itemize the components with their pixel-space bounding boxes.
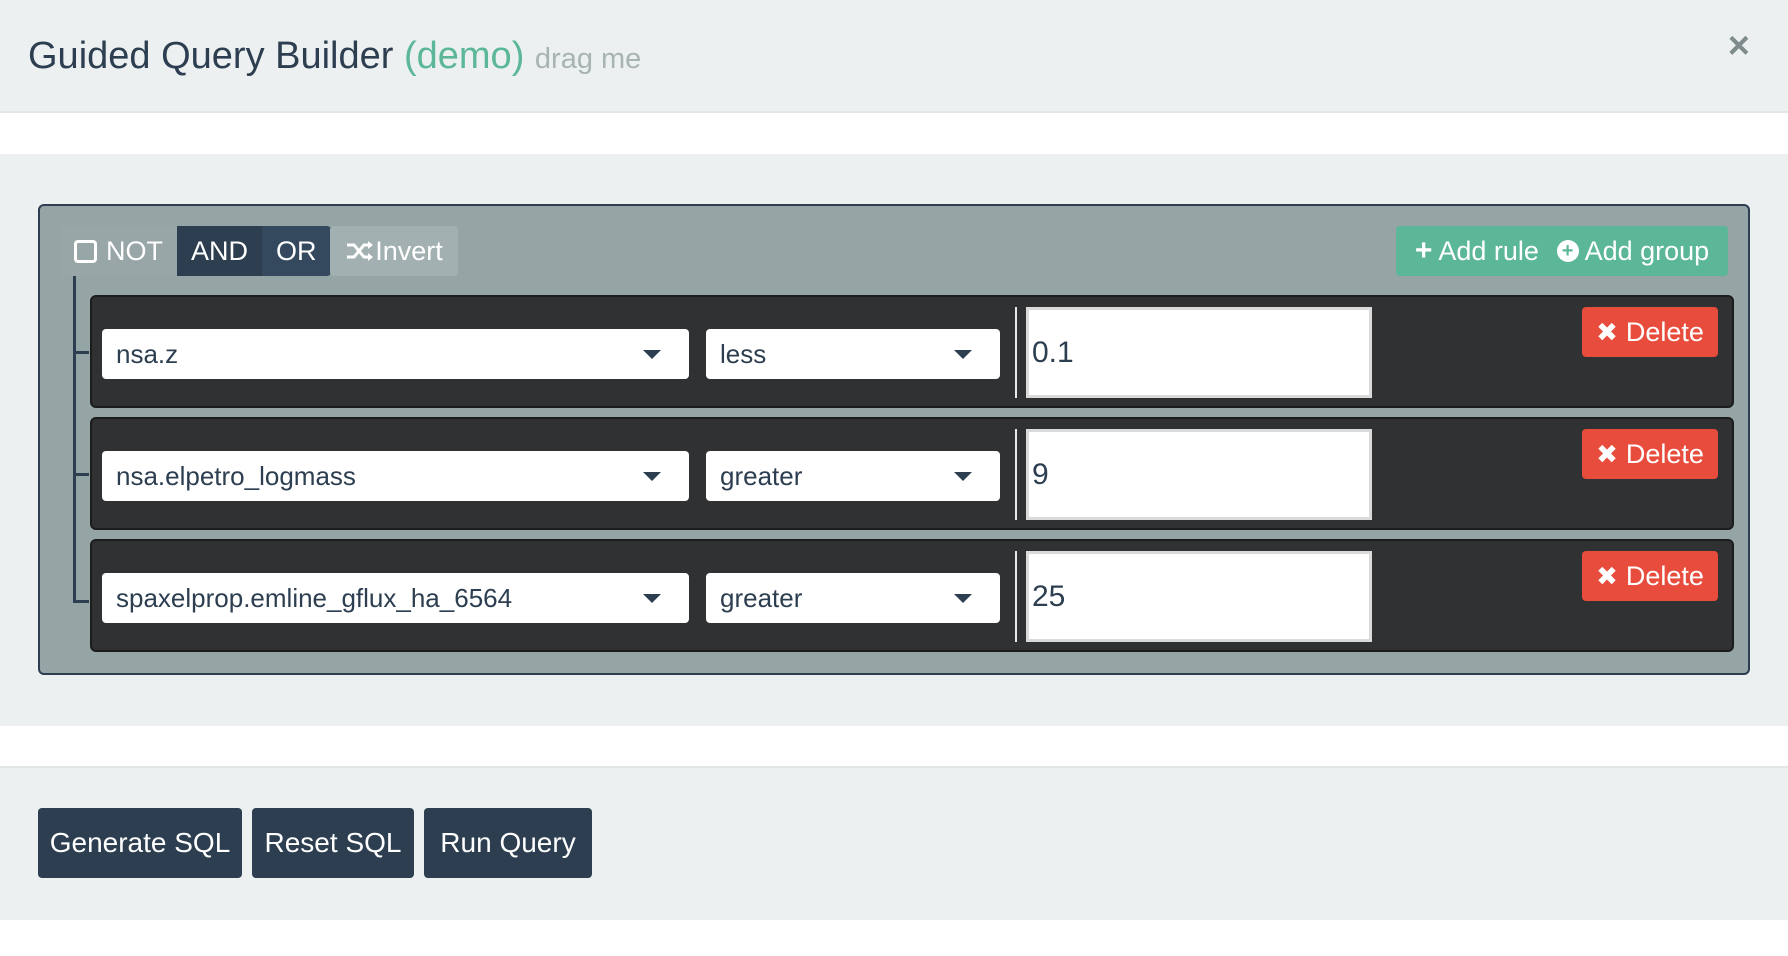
demo-label: (demo) (403, 35, 525, 77)
operator-value: greater (720, 583, 803, 613)
caret-down-icon (643, 472, 661, 481)
add-rule-label: Add rule (1438, 235, 1539, 266)
rule-row: spaxelprop.emline_gflux_ha_6564 greater … (90, 539, 1734, 652)
rule-row: nsa.z less ✖ Delete (90, 295, 1734, 408)
divider (1015, 551, 1017, 642)
tree-branch (73, 351, 89, 354)
modal-header[interactable]: Guided Query Builder (demo) drag me × (0, 0, 1788, 113)
value-input[interactable] (1026, 307, 1372, 398)
plus-circle-icon: + (1556, 240, 1579, 262)
invert-button[interactable]: Invert (330, 226, 458, 276)
divider (1015, 429, 1017, 520)
field-select[interactable]: spaxelprop.emline_gflux_ha_6564 (102, 573, 689, 623)
and-button[interactable]: AND (177, 226, 263, 276)
plus-icon: + (1414, 234, 1433, 267)
value-input[interactable] (1026, 429, 1372, 520)
rule-row: nsa.elpetro_logmass greater ✖ Delete (90, 417, 1734, 530)
field-value: spaxelprop.emline_gflux_ha_6564 (116, 583, 513, 613)
delete-button[interactable]: ✖ Delete (1582, 551, 1718, 601)
run-query-button[interactable]: Run Query (424, 808, 592, 878)
drag-hint: drag me (534, 43, 642, 75)
shuffle-icon (347, 241, 374, 261)
caret-down-icon (954, 472, 972, 481)
delete-button[interactable]: ✖ Delete (1582, 429, 1718, 479)
caret-down-icon (954, 350, 972, 359)
field-select[interactable]: nsa.z (102, 329, 689, 379)
modal-title: Guided Query Builder (demo) drag me (28, 32, 641, 83)
value-input[interactable] (1026, 551, 1372, 642)
operator-select[interactable]: greater (706, 573, 1000, 623)
or-button[interactable]: OR (262, 226, 331, 276)
not-toggle[interactable]: NOT (60, 226, 177, 276)
delete-label: Delete (1625, 316, 1704, 347)
operator-select[interactable]: less (706, 329, 1000, 379)
field-value: nsa.z (116, 339, 179, 369)
tree-branch (73, 600, 89, 603)
rule-group: NOT AND OR Invert + Add rule + Add group… (38, 204, 1750, 675)
caret-down-icon (954, 594, 972, 603)
reset-sql-button[interactable]: Reset SQL (252, 808, 414, 878)
operator-select[interactable]: greater (706, 451, 1000, 501)
operator-value: less (720, 339, 767, 369)
delete-label: Delete (1625, 438, 1704, 469)
x-icon: ✖ (1596, 438, 1618, 469)
x-icon: ✖ (1596, 316, 1618, 347)
add-group-label: Add group (1584, 235, 1710, 266)
add-buttons: + Add rule + Add group (1396, 226, 1728, 276)
close-icon[interactable]: × (1728, 26, 1750, 66)
field-value: nsa.elpetro_logmass (116, 461, 356, 491)
add-group-button[interactable]: + Add group (1556, 235, 1710, 267)
x-icon: ✖ (1596, 560, 1618, 591)
divider (1015, 307, 1017, 398)
delete-button[interactable]: ✖ Delete (1582, 307, 1718, 357)
caret-down-icon (643, 350, 661, 359)
field-select[interactable]: nsa.elpetro_logmass (102, 451, 689, 501)
checkbox-icon[interactable] (74, 239, 97, 263)
caret-down-icon (643, 594, 661, 603)
modal-footer: Generate SQL Reset SQL Run Query (0, 766, 1788, 920)
delete-label: Delete (1625, 560, 1704, 591)
title-text: Guided Query Builder (28, 35, 394, 77)
tree-branch (73, 473, 89, 476)
tree-connector (73, 276, 76, 603)
add-rule-button[interactable]: + Add rule (1415, 236, 1539, 267)
generate-sql-button[interactable]: Generate SQL (38, 808, 242, 878)
operator-value: greater (720, 461, 803, 491)
invert-label: Invert (375, 235, 443, 266)
condition-toggle: NOT AND OR (60, 226, 331, 276)
not-label: NOT (106, 236, 163, 266)
